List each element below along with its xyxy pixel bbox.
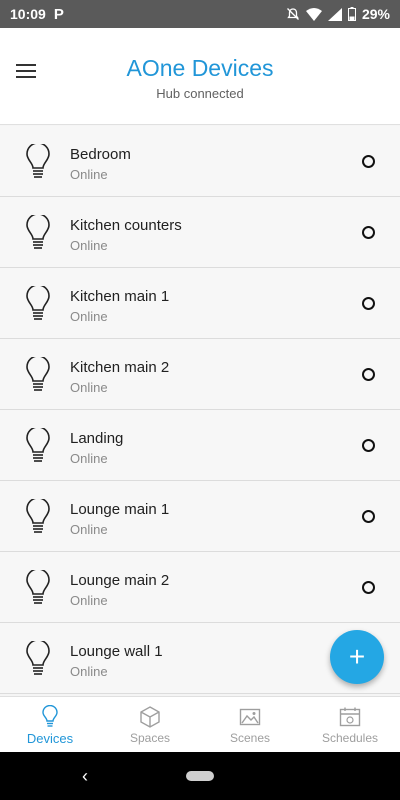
status-bar: 10:09 P 29% xyxy=(0,0,400,28)
device-name: Kitchen counters xyxy=(70,217,182,234)
device-status: Online xyxy=(70,238,108,253)
device-status: Online xyxy=(70,380,108,395)
parking-notification-icon: P xyxy=(53,5,64,23)
device-list: Bedroom Online Kitchen counters Online K… xyxy=(0,126,400,694)
device-name: Kitchen main 1 xyxy=(70,288,170,305)
add-device-button[interactable]: + xyxy=(330,630,384,684)
device-status: Online xyxy=(70,451,108,466)
tab-schedules-label: Schedules xyxy=(321,731,379,745)
tab-devices-label: Devices xyxy=(26,730,74,746)
calendar-icon xyxy=(339,707,361,727)
signal-icon xyxy=(327,7,342,21)
device-row[interactable]: Landing Online xyxy=(0,410,400,481)
device-radio[interactable] xyxy=(362,368,375,381)
bulb-icon xyxy=(42,704,58,727)
battery-percent: 29% xyxy=(361,6,390,22)
device-radio[interactable] xyxy=(362,226,375,239)
device-radio[interactable] xyxy=(362,581,375,594)
page-title: AOne Devices xyxy=(126,55,274,81)
status-icons: 29% xyxy=(286,6,390,22)
device-row[interactable]: Kitchen main 2 Online xyxy=(0,339,400,410)
bulb-icon xyxy=(26,286,50,320)
device-row[interactable]: Lounge main 2 Online xyxy=(0,552,400,623)
tab-schedules[interactable]: Schedules xyxy=(300,697,400,753)
device-name: Lounge main 1 xyxy=(70,501,170,518)
tab-spaces[interactable]: Spaces xyxy=(100,697,200,753)
tab-spaces-label: Spaces xyxy=(129,731,171,745)
device-name: Landing xyxy=(70,430,124,447)
system-nav-bar: ‹ xyxy=(0,752,400,800)
bottom-nav: Devices Spaces Scenes Schedules xyxy=(0,696,400,753)
cube-icon xyxy=(140,706,160,728)
image-icon xyxy=(239,708,261,726)
plus-icon: + xyxy=(348,641,366,672)
device-radio[interactable] xyxy=(362,439,375,452)
device-status: Online xyxy=(70,593,108,608)
battery-icon xyxy=(347,7,356,21)
device-status: Online xyxy=(70,167,108,182)
device-row[interactable]: Lounge main 1 Online xyxy=(0,481,400,552)
do-not-disturb-off-icon xyxy=(287,8,299,20)
home-pill[interactable] xyxy=(186,771,214,781)
wifi-icon xyxy=(305,7,322,21)
device-name: Lounge wall 1 xyxy=(70,643,163,660)
device-name: Bedroom xyxy=(70,146,131,163)
header-titles: AOne Devices Hub connected xyxy=(0,54,400,101)
back-chevron-icon[interactable]: ‹ xyxy=(82,766,88,787)
bulb-icon xyxy=(26,215,50,249)
hub-status: Hub connected xyxy=(156,86,244,101)
bulb-icon xyxy=(26,144,50,178)
bulb-icon xyxy=(26,499,50,533)
device-radio[interactable] xyxy=(362,510,375,523)
device-row[interactable]: Bedroom Online xyxy=(0,126,400,197)
bulb-icon xyxy=(26,428,50,462)
tab-devices[interactable]: Devices xyxy=(0,697,100,753)
device-name: Lounge main 2 xyxy=(70,572,170,589)
device-row[interactable]: Kitchen main 1 Online xyxy=(0,268,400,339)
device-status: Online xyxy=(70,309,108,324)
device-status: Online xyxy=(70,522,108,537)
device-status: Online xyxy=(70,664,108,679)
device-row[interactable]: Kitchen counters Online xyxy=(0,197,400,268)
device-name: Kitchen main 2 xyxy=(70,359,170,376)
bulb-icon xyxy=(26,570,50,604)
device-radio[interactable] xyxy=(362,297,375,310)
bulb-icon xyxy=(26,641,50,675)
app-bar: AOne Devices Hub connected xyxy=(0,28,400,125)
tab-scenes-label: Scenes xyxy=(229,731,271,745)
bulb-icon xyxy=(26,357,50,391)
tab-scenes[interactable]: Scenes xyxy=(200,697,300,753)
device-radio[interactable] xyxy=(362,155,375,168)
status-time: 10:09 xyxy=(10,6,46,22)
